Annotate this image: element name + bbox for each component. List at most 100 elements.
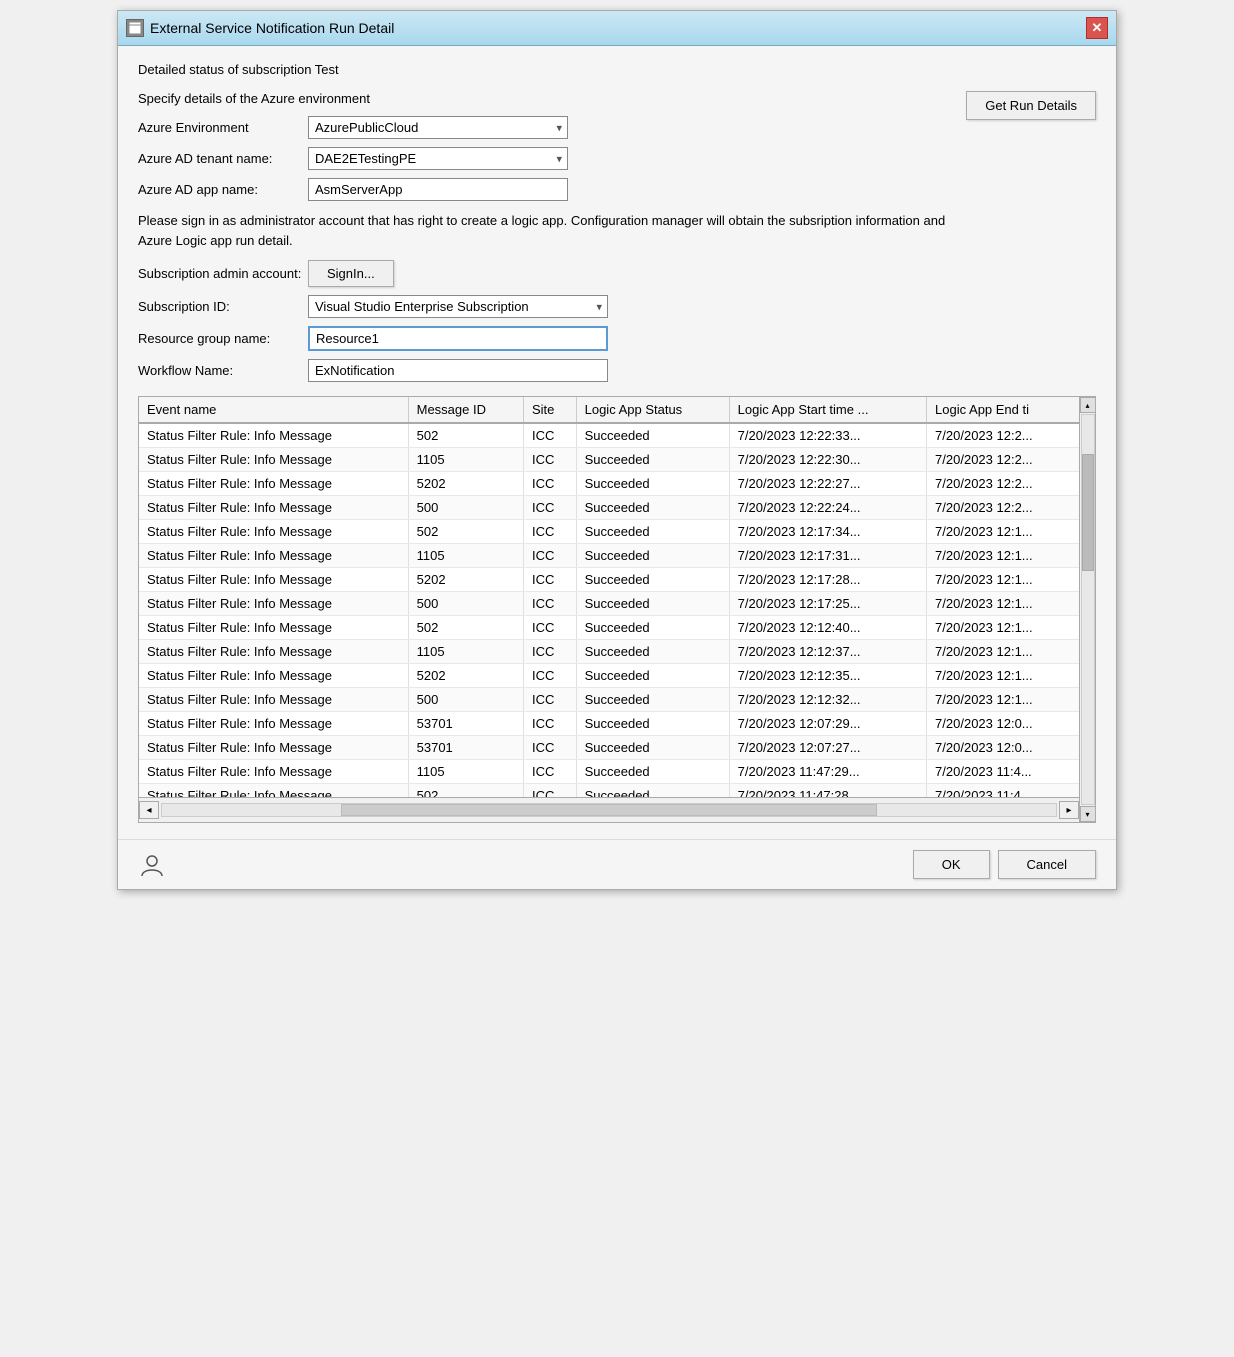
table-cell: Succeeded [576, 544, 729, 568]
azure-ad-app-label: Azure AD app name: [138, 182, 308, 197]
vscroll-thumb[interactable] [1082, 454, 1094, 571]
ok-button[interactable]: OK [913, 850, 990, 879]
table-cell: Succeeded [576, 736, 729, 760]
table-cell: Status Filter Rule: Info Message [139, 688, 408, 712]
table-row[interactable]: Status Filter Rule: Info Message500ICCSu… [139, 688, 1079, 712]
table-scroll-area[interactable]: Event nameMessage IDSiteLogic App Status… [139, 397, 1079, 797]
window-icon [126, 19, 144, 37]
vertical-scrollbar[interactable]: ▴ ▾ [1079, 397, 1095, 822]
table-cell: 500 [408, 592, 523, 616]
table-cell: 7/20/2023 12:12:37... [729, 640, 926, 664]
data-table: Event nameMessage IDSiteLogic App Status… [139, 397, 1079, 797]
table-cell: 7/20/2023 12:12:35... [729, 664, 926, 688]
table-cell: Succeeded [576, 423, 729, 448]
table-cell: ICC [523, 520, 576, 544]
table-cell: ICC [523, 640, 576, 664]
table-row[interactable]: Status Filter Rule: Info Message1105ICCS… [139, 640, 1079, 664]
table-cell: Status Filter Rule: Info Message [139, 423, 408, 448]
scroll-down-button[interactable]: ▾ [1080, 806, 1096, 822]
close-button[interactable]: ✕ [1086, 17, 1108, 39]
table-cell: 5202 [408, 664, 523, 688]
table-cell: 7/20/2023 12:1... [927, 688, 1079, 712]
table-cell: Status Filter Rule: Info Message [139, 472, 408, 496]
table-row[interactable]: Status Filter Rule: Info Message53701ICC… [139, 736, 1079, 760]
workflow-name-input[interactable] [308, 359, 608, 382]
scroll-thumb[interactable] [341, 804, 877, 816]
table-cell: 53701 [408, 712, 523, 736]
table-row[interactable]: Status Filter Rule: Info Message1105ICCS… [139, 760, 1079, 784]
subscription-admin-row: Subscription admin account: SignIn... [138, 260, 1096, 287]
table-cell: ICC [523, 496, 576, 520]
scroll-left-button[interactable]: ◂ [139, 801, 159, 819]
table-cell: 7/20/2023 12:22:30... [729, 448, 926, 472]
table-cell: Succeeded [576, 640, 729, 664]
table-cell: Succeeded [576, 712, 729, 736]
table-cell: Status Filter Rule: Info Message [139, 712, 408, 736]
table-row[interactable]: Status Filter Rule: Info Message53701ICC… [139, 712, 1079, 736]
azure-env-select[interactable]: AzurePublicCloud [308, 116, 568, 139]
azure-env-row: Azure Environment AzurePublicCloud [138, 116, 1096, 139]
user-icon [138, 851, 166, 879]
table-cell: 7/20/2023 12:17:34... [729, 520, 926, 544]
table-with-scrollbar: Event nameMessage IDSiteLogic App Status… [139, 397, 1095, 822]
bottom-buttons: OK Cancel [913, 850, 1096, 879]
table-cell: 7/20/2023 12:1... [927, 664, 1079, 688]
table-main: Event nameMessage IDSiteLogic App Status… [139, 397, 1079, 822]
table-cell: 7/20/2023 12:1... [927, 616, 1079, 640]
table-cell: 7/20/2023 12:0... [927, 712, 1079, 736]
main-content: Detailed status of subscription Test Get… [118, 46, 1116, 839]
get-run-details-button[interactable]: Get Run Details [966, 91, 1096, 120]
table-cell: Status Filter Rule: Info Message [139, 568, 408, 592]
cancel-button[interactable]: Cancel [998, 850, 1096, 879]
title-bar: External Service Notification Run Detail… [118, 11, 1116, 46]
table-cell: Status Filter Rule: Info Message [139, 496, 408, 520]
table-cell: 5202 [408, 568, 523, 592]
table-cell: ICC [523, 736, 576, 760]
table-cell: 7/20/2023 12:17:31... [729, 544, 926, 568]
table-row[interactable]: Status Filter Rule: Info Message1105ICCS… [139, 544, 1079, 568]
scroll-track [161, 803, 1057, 817]
subscription-id-select-wrapper[interactable]: Visual Studio Enterprise Subscription [308, 295, 608, 318]
table-cell: ICC [523, 784, 576, 798]
subtitle-text: Detailed status of subscription Test [138, 62, 1096, 77]
table-row[interactable]: Status Filter Rule: Info Message5202ICCS… [139, 472, 1079, 496]
table-row[interactable]: Status Filter Rule: Info Message5202ICCS… [139, 568, 1079, 592]
table-cell: Status Filter Rule: Info Message [139, 736, 408, 760]
table-cell: ICC [523, 472, 576, 496]
table-row[interactable]: Status Filter Rule: Info Message502ICCSu… [139, 784, 1079, 798]
table-row[interactable]: Status Filter Rule: Info Message5202ICCS… [139, 664, 1079, 688]
azure-ad-app-row: Azure AD app name: [138, 178, 1096, 201]
table-cell: Succeeded [576, 664, 729, 688]
azure-ad-app-input[interactable] [308, 178, 568, 201]
horizontal-scrollbar[interactable]: ◂ ▸ [139, 797, 1079, 822]
signin-button[interactable]: SignIn... [308, 260, 394, 287]
table-cell: Status Filter Rule: Info Message [139, 664, 408, 688]
table-row[interactable]: Status Filter Rule: Info Message1105ICCS… [139, 448, 1079, 472]
table-cell: ICC [523, 664, 576, 688]
scroll-right-button[interactable]: ▸ [1059, 801, 1079, 819]
azure-ad-tenant-select-wrapper[interactable]: DAE2ETestingPE [308, 147, 568, 170]
table-cell: 500 [408, 688, 523, 712]
table-row[interactable]: Status Filter Rule: Info Message500ICCSu… [139, 496, 1079, 520]
table-column-header: Logic App End ti [927, 397, 1079, 423]
azure-ad-tenant-row: Azure AD tenant name: DAE2ETestingPE [138, 147, 1096, 170]
scroll-up-button[interactable]: ▴ [1080, 397, 1096, 413]
subscription-admin-label: Subscription admin account: [138, 266, 308, 281]
azure-env-select-wrapper[interactable]: AzurePublicCloud [308, 116, 568, 139]
subscription-id-select[interactable]: Visual Studio Enterprise Subscription [308, 295, 608, 318]
azure-ad-tenant-select[interactable]: DAE2ETestingPE [308, 147, 568, 170]
table-cell: 7/20/2023 12:22:27... [729, 472, 926, 496]
table-row[interactable]: Status Filter Rule: Info Message502ICCSu… [139, 616, 1079, 640]
table-cell: 7/20/2023 12:07:27... [729, 736, 926, 760]
table-cell: 7/20/2023 12:1... [927, 544, 1079, 568]
table-row[interactable]: Status Filter Rule: Info Message500ICCSu… [139, 592, 1079, 616]
workflow-name-row: Workflow Name: [138, 359, 1096, 382]
resource-group-input[interactable] [308, 326, 608, 351]
table-cell: Succeeded [576, 520, 729, 544]
table-row[interactable]: Status Filter Rule: Info Message502ICCSu… [139, 520, 1079, 544]
table-body: Status Filter Rule: Info Message502ICCSu… [139, 423, 1079, 797]
table-cell: 502 [408, 784, 523, 798]
resource-group-label: Resource group name: [138, 331, 308, 346]
table-row[interactable]: Status Filter Rule: Info Message502ICCSu… [139, 423, 1079, 448]
table-cell: 7/20/2023 12:22:24... [729, 496, 926, 520]
